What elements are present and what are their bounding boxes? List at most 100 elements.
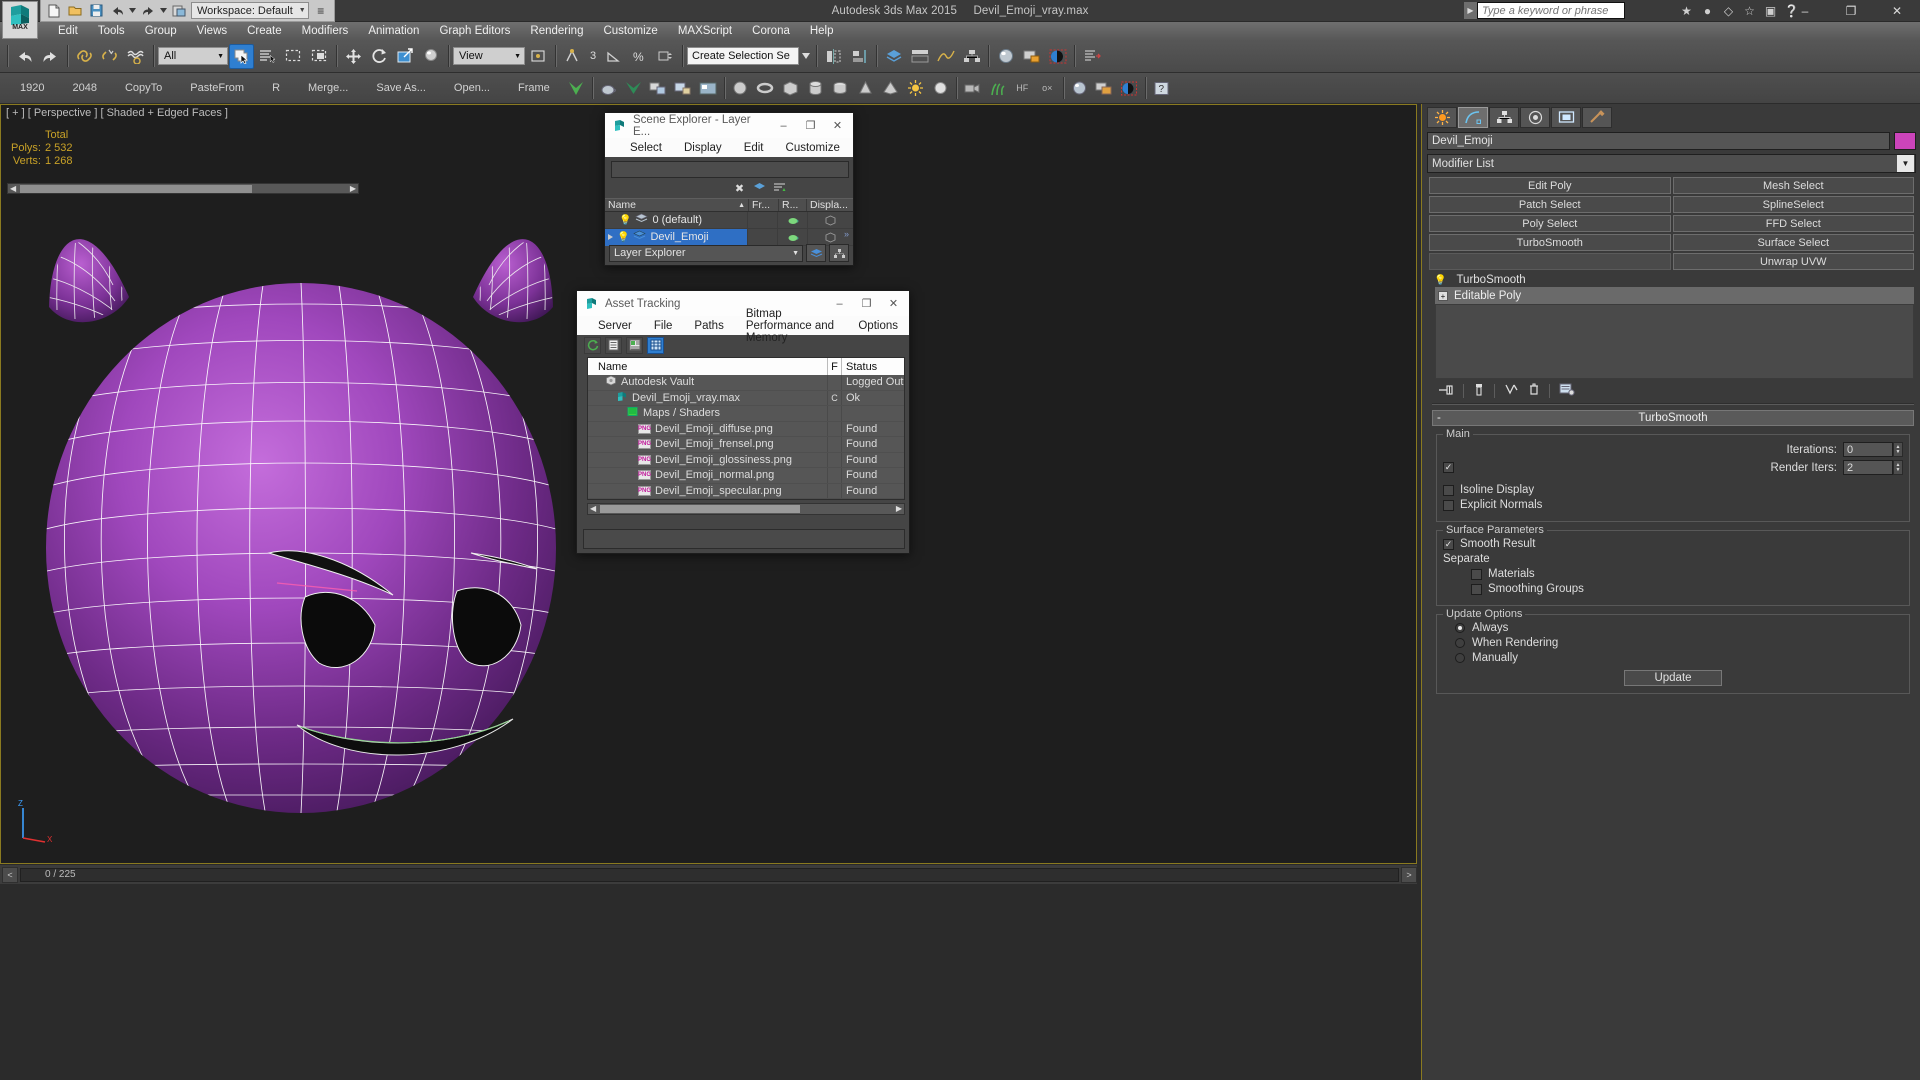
smoothing-groups-row[interactable]: Smoothing Groups bbox=[1443, 583, 1903, 595]
snap-toggle-button[interactable] bbox=[560, 44, 585, 69]
project-folder-icon[interactable] bbox=[170, 2, 188, 19]
tree-view-icon[interactable] bbox=[626, 336, 643, 354]
modifier-stack-turbosmooth-row[interactable]: 💡 TurboSmooth bbox=[1422, 270, 1920, 287]
help-question-icon[interactable]: ? bbox=[1149, 76, 1174, 101]
column-name[interactable]: Name bbox=[588, 358, 828, 375]
pyramid-primitive-icon[interactable] bbox=[878, 76, 903, 101]
select-and-rotate-button[interactable] bbox=[367, 44, 392, 69]
paste-from-button[interactable]: PasteFrom bbox=[176, 82, 258, 94]
menu-item-customize[interactable]: Customize bbox=[593, 22, 667, 40]
select-and-place-button[interactable] bbox=[419, 44, 444, 69]
undo-button[interactable] bbox=[12, 44, 37, 69]
copy-to-button[interactable]: CopyTo bbox=[111, 82, 176, 94]
column-name[interactable]: Name ▲ bbox=[605, 199, 749, 211]
update-option-manually[interactable]: Manually bbox=[1443, 652, 1903, 664]
open-file-icon[interactable] bbox=[66, 2, 84, 19]
select-and-move-button[interactable] bbox=[341, 44, 366, 69]
target-camera-icon[interactable] bbox=[960, 76, 985, 101]
menu-item-edit[interactable]: Edit bbox=[48, 22, 88, 40]
asset-menu-server[interactable]: Server bbox=[587, 320, 643, 332]
update-button[interactable]: Update bbox=[1624, 670, 1722, 686]
named-selection-dropdown-icon[interactable] bbox=[800, 44, 812, 69]
scroll-left-icon[interactable]: ◀ bbox=[10, 184, 16, 193]
materials-checkbox[interactable] bbox=[1471, 568, 1482, 580]
vray-icon[interactable] bbox=[621, 76, 646, 101]
new-layer-button[interactable] bbox=[806, 244, 826, 262]
object-color-swatch[interactable] bbox=[1894, 132, 1916, 150]
use-pivot-point-center-button[interactable] bbox=[526, 44, 551, 69]
isoline-display-checkbox[interactable] bbox=[1443, 484, 1454, 496]
scene-explorer-search-input[interactable] bbox=[611, 161, 849, 178]
curve-editor-button[interactable] bbox=[933, 44, 958, 69]
scene-explorer-titlebar[interactable]: Scene Explorer - Layer E... – ❐ ✕ bbox=[605, 113, 853, 138]
stack-item-editable-poly[interactable]: Editable Poly bbox=[1454, 290, 1521, 302]
material-sphere-icon[interactable] bbox=[1067, 76, 1092, 101]
explicit-normals-checkbox[interactable] bbox=[1443, 499, 1454, 511]
unlink-selection-button[interactable] bbox=[98, 44, 123, 69]
scene-explorer-menu-display[interactable]: Display bbox=[673, 142, 733, 154]
scroll-right-icon[interactable]: ▶ bbox=[350, 184, 356, 193]
angle-snap-button[interactable] bbox=[601, 44, 626, 69]
close-button[interactable]: ✕ bbox=[1874, 0, 1920, 22]
update-option-when-rendering[interactable]: When Rendering bbox=[1443, 637, 1903, 649]
grass-icon[interactable] bbox=[985, 76, 1010, 101]
material-editor-button[interactable] bbox=[993, 44, 1018, 69]
modifier-button-unwrap-uvw[interactable]: Unwrap UVW bbox=[1672, 253, 1914, 270]
save-file-icon[interactable] bbox=[87, 2, 105, 19]
modifier-button-poly-select[interactable]: Poly Select bbox=[1429, 215, 1671, 232]
light-lister-icon[interactable] bbox=[646, 76, 671, 101]
manually-radio[interactable] bbox=[1455, 653, 1465, 663]
save-as-button[interactable]: Save As... bbox=[362, 82, 440, 94]
signin-icon[interactable]: ● bbox=[1699, 2, 1716, 19]
scene-explorer-menu-customize[interactable]: Customize bbox=[775, 142, 851, 154]
torus-primitive-icon[interactable] bbox=[753, 76, 778, 101]
pin-stack-icon[interactable] bbox=[1438, 384, 1454, 399]
r-button[interactable]: R bbox=[258, 82, 294, 94]
asset-name-cell[interactable]: Maps / Shaders bbox=[588, 406, 828, 421]
scene-explorer-close[interactable]: ✕ bbox=[824, 114, 851, 138]
tab-create[interactable] bbox=[1427, 107, 1457, 128]
scene-explorer-overflow-icon[interactable]: » bbox=[844, 229, 849, 239]
tab-utilities[interactable] bbox=[1582, 107, 1612, 128]
refresh-icon[interactable] bbox=[584, 336, 601, 354]
list-view-icon[interactable] bbox=[605, 336, 622, 354]
spinner-arrows-icon[interactable]: ▲ ▼ bbox=[1893, 442, 1903, 457]
omni-light-icon[interactable] bbox=[903, 76, 928, 101]
isoline-display-row[interactable]: Isoline Display bbox=[1443, 484, 1903, 496]
bind-to-spacewarp-button[interactable] bbox=[124, 44, 149, 69]
materials-row[interactable]: Materials bbox=[1443, 568, 1903, 580]
asset-name-cell[interactable]: Devil_Emoji_vray.max bbox=[588, 390, 828, 405]
column-flag[interactable]: F bbox=[828, 358, 842, 375]
render-width-label[interactable]: 1920 bbox=[6, 82, 58, 94]
cylinder-primitive-icon[interactable] bbox=[803, 76, 828, 101]
select-object-button[interactable] bbox=[229, 43, 254, 69]
sfs-horizontal-scrollbar[interactable]: ◀ ▶ bbox=[7, 183, 359, 194]
menu-item-tools[interactable]: Tools bbox=[88, 22, 135, 40]
column-frozen[interactable]: Fr... bbox=[749, 199, 779, 211]
undo-dropdown-icon[interactable] bbox=[129, 2, 136, 19]
scroll-thumb[interactable] bbox=[20, 184, 252, 193]
scene-explorer-row-default[interactable]: 💡 0 (default) bbox=[605, 211, 853, 229]
scroll-right-icon[interactable]: ▶ bbox=[896, 504, 902, 513]
asset-name-cell[interactable]: PNG Devil_Emoji_glossiness.png bbox=[588, 452, 828, 467]
named-selection-sets-field[interactable]: Create Selection Se bbox=[687, 47, 799, 65]
selection-filter-combo[interactable]: All ▼ bbox=[158, 47, 228, 65]
spinner-arrows-icon[interactable]: ▲ ▼ bbox=[1893, 460, 1903, 475]
menu-item-help[interactable]: Help bbox=[800, 22, 844, 40]
asset-name-cell[interactable]: PNG Devil_Emoji_frensel.png bbox=[588, 437, 828, 452]
asset-tracking-dialog[interactable]: Asset Tracking – ❐ ✕ Server File Paths B… bbox=[576, 290, 910, 554]
expand-arrow-icon[interactable] bbox=[608, 234, 613, 240]
modifier-button-spline-select[interactable]: SplineSelect bbox=[1672, 196, 1914, 213]
asset-menu-options[interactable]: Options bbox=[847, 320, 909, 332]
window-crossing-button[interactable] bbox=[307, 44, 332, 69]
mirror-button[interactable] bbox=[821, 44, 846, 69]
ribbon-toggle-button[interactable] bbox=[907, 44, 932, 69]
tab-motion[interactable] bbox=[1520, 107, 1550, 128]
tab-modify[interactable] bbox=[1458, 107, 1488, 128]
asset-tracking-maximize[interactable]: ❐ bbox=[853, 292, 880, 316]
time-slider-track[interactable]: 0 / 225 bbox=[20, 867, 1399, 882]
environment-icon[interactable] bbox=[671, 76, 696, 101]
modifier-stack-editable-poly-row[interactable]: + Editable Poly bbox=[1435, 287, 1914, 304]
menu-item-views[interactable]: Views bbox=[187, 22, 237, 40]
column-display[interactable]: Displa... bbox=[807, 199, 853, 211]
